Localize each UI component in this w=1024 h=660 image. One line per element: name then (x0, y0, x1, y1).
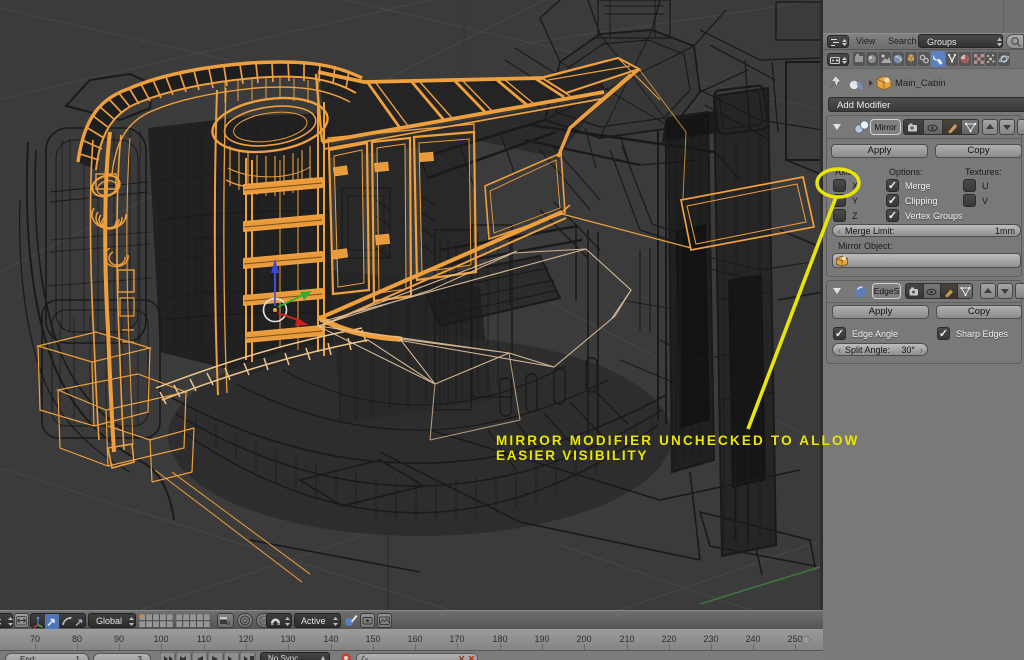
svg-text:Main_Cabin: Main_Cabin (895, 78, 946, 89)
svg-text:C: C (0, 617, 2, 627)
svg-text:a: a (227, 621, 231, 627)
